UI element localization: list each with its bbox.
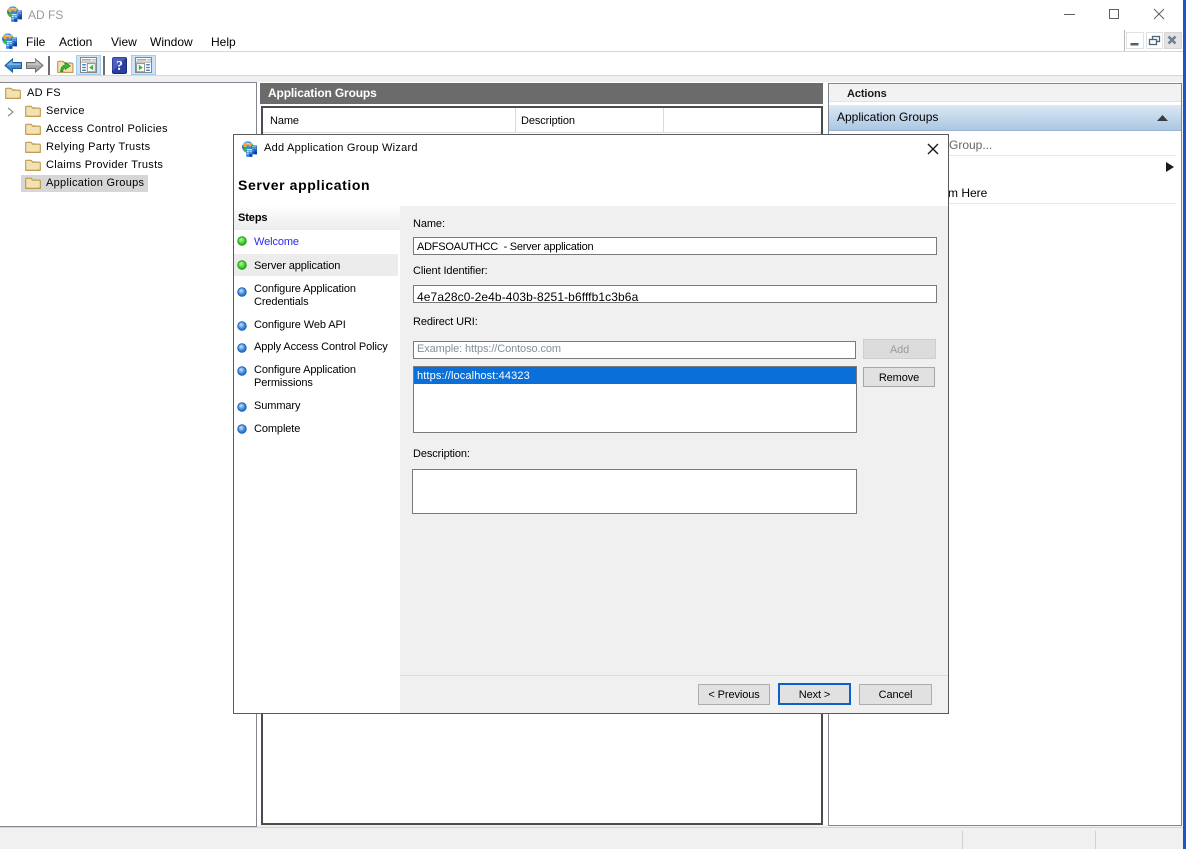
svg-text:?: ? <box>116 59 123 74</box>
